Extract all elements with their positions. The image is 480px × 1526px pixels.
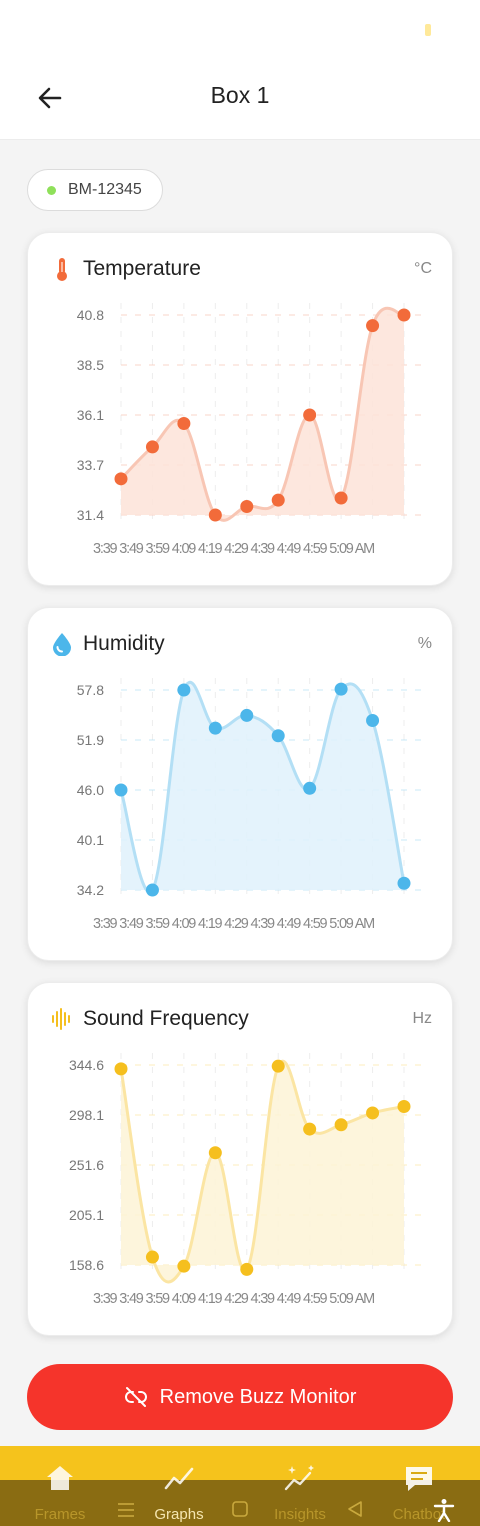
nav-label-insights: Insights	[274, 1506, 326, 1523]
data-point	[303, 408, 317, 422]
water-drop-icon	[48, 630, 76, 658]
data-point	[334, 491, 348, 505]
online-status-dot	[47, 185, 56, 195]
y-tick-label: 57.8	[77, 682, 104, 698]
data-point	[145, 883, 159, 897]
series-area	[121, 682, 404, 893]
y-tick-label: 205.1	[69, 1207, 104, 1223]
data-point	[114, 783, 128, 797]
y-tick-label: 251.6	[69, 1157, 104, 1173]
sound-frequency-unit: Hz	[412, 1010, 432, 1027]
sparkle-chart-icon	[284, 1465, 314, 1491]
data-point	[271, 729, 285, 743]
sound-frequency-chart: 344.6 298.1 251.6 205.1 158.6 3:39 3:49 3:59 …	[69, 1053, 428, 1307]
data-point	[334, 1118, 348, 1132]
page-title: Box 1	[210, 82, 270, 108]
temperature-chart: 40.8 38.5 36.1 33.7 31.4 3:39 3:49 3:59 4:09 …	[77, 303, 428, 557]
menu-icon[interactable]	[116, 1500, 136, 1520]
data-point	[177, 683, 191, 697]
status-bar	[0, 0, 480, 60]
y-tick-label: 40.8	[77, 307, 104, 323]
y-tick-label: 158.6	[69, 1257, 104, 1273]
device-chip[interactable]: BM-12345	[27, 169, 163, 211]
data-point	[397, 308, 411, 322]
temperature-card: 40.8 38.5 36.1 33.7 31.4 3:39 3:49 3:59 4:09 …	[27, 232, 453, 586]
device-id-label: BM-12345	[68, 181, 142, 198]
sound-frequency-title: Sound Frequency	[83, 1007, 249, 1030]
y-tick-label: 33.7	[77, 457, 104, 473]
data-point	[240, 708, 254, 722]
data-point	[114, 1062, 128, 1076]
nav-item-chatbot[interactable]: Chatbot	[364, 1446, 474, 1526]
line-chart-icon	[164, 1467, 194, 1490]
humidity-chart: 57.8 51.9 46.0 40.1 34.2 3:39 3:49 3:59 4:09 …	[77, 678, 428, 932]
data-point	[240, 1262, 254, 1276]
data-point	[145, 1250, 159, 1264]
nav-item-insights[interactable]: Insights	[245, 1446, 355, 1526]
humidity-card: 57.8 51.9 46.0 40.1 34.2 3:39 3:49 3:59 4:09 …	[27, 607, 453, 961]
remove-buzz-monitor-button[interactable]: Remove Buzz Monitor	[27, 1364, 453, 1430]
data-point	[177, 1259, 191, 1273]
y-tick-label: 36.1	[77, 407, 104, 423]
sound-card: 344.6 298.1 251.6 205.1 158.6 3:39 3:49 3:59 …	[27, 982, 453, 1336]
temperature-unit: °C	[414, 260, 432, 277]
nav-label-graphs: Graphs	[154, 1506, 204, 1523]
data-point	[208, 508, 222, 522]
y-tick-label: 46.0	[77, 782, 104, 798]
data-point	[271, 493, 285, 507]
data-point	[366, 714, 380, 728]
series-area	[121, 308, 404, 521]
data-point	[334, 682, 348, 696]
data-point	[145, 440, 159, 454]
data-point	[240, 499, 254, 513]
y-tick-label: 34.2	[77, 882, 104, 898]
data-point	[208, 721, 222, 735]
chat-icon	[406, 1467, 432, 1491]
status-indicator	[425, 24, 431, 36]
sound-wave-icon	[48, 1005, 76, 1033]
y-tick-label: 51.9	[77, 732, 104, 748]
humidity-unit: %	[417, 635, 432, 652]
back-triangle-icon[interactable]	[346, 1500, 364, 1518]
y-tick-label: 298.1	[69, 1107, 104, 1123]
data-point	[303, 781, 317, 795]
data-point	[303, 1122, 317, 1136]
nav-label-chatbot: Chatbot	[392, 1506, 446, 1523]
nav-item-frames[interactable]: Frames	[5, 1446, 115, 1526]
data-point	[397, 1100, 411, 1114]
home-icon	[47, 1466, 73, 1490]
x-axis-labels: 3:39 3:49 3:59 4:09 4:19 4:29 4:39 4:49 …	[93, 916, 374, 932]
temperature-title: Temperature	[83, 257, 201, 280]
y-tick-label: 40.1	[77, 832, 104, 848]
nav-label-frames: Frames	[34, 1506, 86, 1523]
home-square-icon[interactable]	[231, 1500, 249, 1518]
data-point	[114, 472, 128, 486]
y-tick-label: 31.4	[77, 507, 104, 523]
thermometer-icon	[48, 255, 76, 283]
y-tick-label: 38.5	[77, 357, 104, 373]
humidity-title: Humidity	[83, 632, 165, 655]
x-axis-labels: 3:39 3:49 3:59 4:09 4:19 4:29 4:39 4:49 …	[93, 541, 374, 557]
x-axis-labels: 3:39 3:49 3:59 4:09 4:19 4:29 4:39 4:49 …	[93, 1291, 374, 1307]
accessibility-icon[interactable]	[433, 1498, 455, 1522]
data-point	[397, 876, 411, 890]
app-header: Box 1	[0, 60, 480, 140]
data-point	[271, 1059, 285, 1073]
unlink-icon	[124, 1387, 147, 1407]
data-point	[208, 1146, 222, 1160]
remove-buzz-monitor-label: Remove Buzz Monitor	[159, 1385, 357, 1408]
data-point	[177, 417, 191, 431]
data-point	[366, 1106, 380, 1120]
y-tick-label: 344.6	[69, 1057, 104, 1073]
data-point	[366, 319, 380, 333]
nav-item-graphs[interactable]: Graphs	[124, 1446, 234, 1526]
